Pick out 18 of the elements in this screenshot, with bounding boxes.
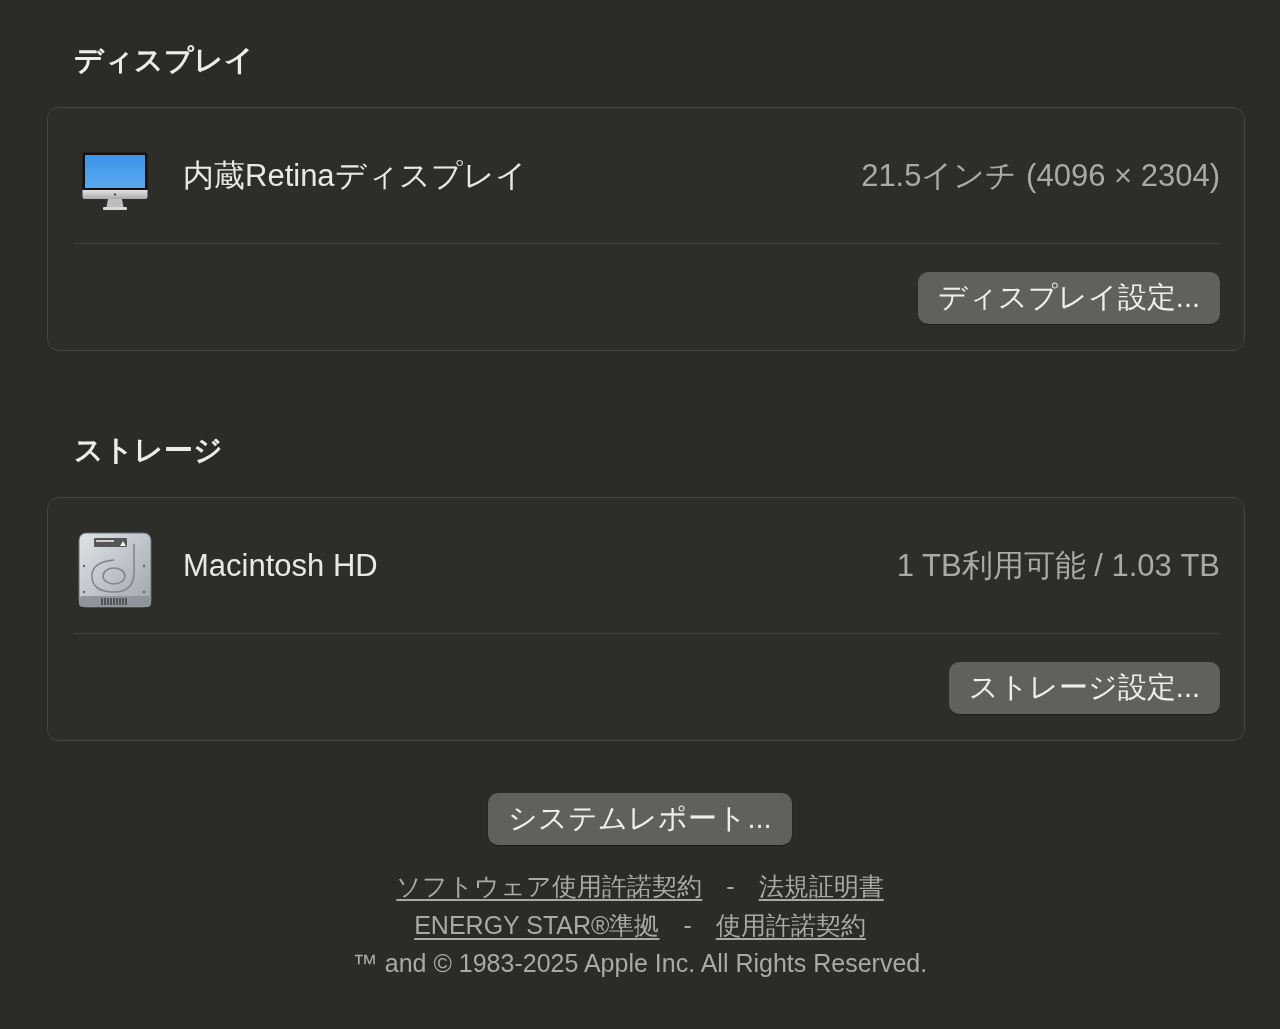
footer-link[interactable]: ENERGY STAR®準拠 bbox=[414, 909, 660, 942]
display-settings-button[interactable]: ディスプレイ設定... bbox=[917, 272, 1220, 324]
footer-link[interactable]: 使用許諾契約 bbox=[715, 909, 866, 942]
hard-drive-icon bbox=[78, 531, 152, 608]
device-detail: 21.5インチ (4096 × 2304) bbox=[861, 156, 1220, 195]
monitor-icon bbox=[82, 151, 148, 212]
footer-link[interactable]: ソフトウェア使用許諾契約 bbox=[396, 870, 703, 903]
device-detail: 1 TB利用可能 / 1.03 TB bbox=[896, 546, 1220, 585]
section-heading: ストレージ bbox=[74, 433, 223, 468]
link-separator: - bbox=[683, 911, 692, 940]
copyright-text: ™ and © 1983-2025 Apple Inc. All Rights Reserved. bbox=[352, 948, 928, 979]
footer-link[interactable]: 法規証明書 bbox=[758, 870, 884, 903]
system-report-button[interactable]: システムレポート... bbox=[488, 793, 792, 845]
device-name: Macintosh HD bbox=[183, 546, 378, 585]
storage-settings-button[interactable]: ストレージ設定... bbox=[948, 662, 1220, 714]
section-heading: ディスプレイ bbox=[74, 43, 254, 78]
link-separator: - bbox=[726, 872, 735, 901]
device-name: 内蔵Retinaディスプレイ bbox=[183, 156, 527, 195]
